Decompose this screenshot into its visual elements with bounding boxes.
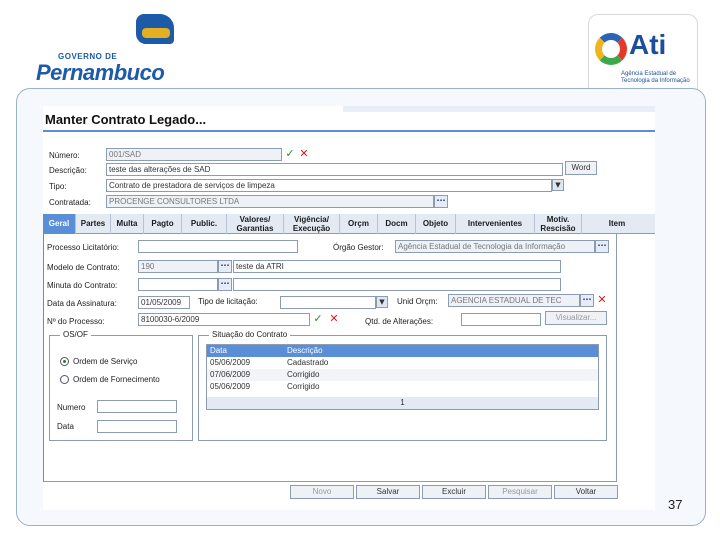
column-header-data[interactable]: Data (210, 346, 227, 355)
nro-processo-clear-icon[interactable]: ✕ (328, 313, 340, 325)
modelo-lookup-button[interactable]: ··· (218, 260, 232, 273)
modelo-desc-field[interactable]: teste da ATRI (233, 260, 561, 273)
minuta-contrato-label: Minuta do Contrato: (47, 281, 118, 290)
pesquisar-button[interactable]: Pesquisar (488, 485, 552, 499)
unid-orcm-clear-icon[interactable]: ✕ (596, 294, 608, 306)
orgao-gestor-field[interactable]: Agência Estadual de Tecnologia da Inform… (395, 240, 595, 253)
data-assinatura-label: Data da Assinatura: (47, 299, 117, 308)
unid-orcm-lookup-button[interactable]: ··· (580, 294, 594, 307)
processo-licitatorio-field[interactable] (138, 240, 298, 253)
excluir-button[interactable]: Excluir (422, 485, 486, 499)
row-descricao: Corrigido (287, 370, 320, 379)
orgao-gestor-lookup-button[interactable]: ··· (595, 240, 609, 253)
table-row[interactable]: 05/06/2009 Corrigido (207, 381, 598, 393)
tipo-dropdown-icon[interactable]: ▼ (552, 179, 564, 191)
clear-x-icon[interactable]: ✕ (298, 148, 310, 160)
minuta-lookup-button[interactable]: ··· (218, 278, 232, 291)
tipo-licitacao-label: Tipo de licitação: (198, 297, 258, 306)
tab-item[interactable]: Item (582, 214, 652, 234)
ati-ring-icon (595, 33, 627, 65)
numero-label: Número: (49, 151, 80, 160)
qtd-alteracoes-label: Qtd. de Alterações: (365, 317, 434, 326)
tab-objeto[interactable]: Objeto (416, 214, 456, 234)
os-numero-field[interactable] (97, 400, 177, 413)
word-button[interactable]: Word (565, 161, 597, 175)
tab-docm[interactable]: Docm (378, 214, 416, 234)
tab-public[interactable]: Public. (182, 214, 227, 234)
tab-bar: Geral Partes Multa Pagto Public. Valores… (43, 214, 655, 234)
ordem-servico-label: Ordem de Serviço (73, 357, 138, 366)
tipo-licitacao-select[interactable] (280, 296, 376, 309)
minuta-code-field[interactable] (138, 278, 218, 291)
qtd-alteracoes-field[interactable] (461, 313, 541, 326)
nro-processo-field[interactable]: 8100030-6/2009 (138, 313, 310, 326)
descricao-field[interactable]: teste das alterações de SAD (106, 163, 563, 176)
row-data: 05/06/2009 (210, 358, 251, 367)
unid-orcm-label: Unid Orçm: (397, 297, 438, 306)
table-row[interactable]: 05/06/2009 Cadastrado (207, 357, 598, 369)
table-pager[interactable]: 1 (207, 397, 598, 409)
row-data: 05/06/2009 (210, 382, 251, 391)
column-header-descricao[interactable]: Descrição (287, 346, 323, 355)
window-title: Manter Contrato Legado... (45, 112, 207, 127)
ati-logo-word: Ati (629, 29, 667, 60)
processo-licitatorio-label: Processo Licitatório: (47, 243, 120, 252)
numero-field[interactable]: 001/SAD (106, 148, 282, 161)
contratada-lookup-button[interactable]: ··· (434, 195, 448, 208)
situacao-title: Situação do Contrato (209, 330, 291, 339)
tab-pagto[interactable]: Pagto (144, 214, 182, 234)
minuta-desc-field[interactable] (233, 278, 561, 291)
tipo-select[interactable]: Contrato de prestadora de serviços de li… (106, 179, 552, 192)
os-data-field[interactable] (97, 420, 177, 433)
title-accent (343, 106, 655, 112)
contratada-label: Contratada: (49, 198, 91, 207)
nro-processo-label: Nº do Processo: (47, 317, 105, 326)
ati-logo-subtitle: Agência Estadual de Tecnologia da Inform… (621, 71, 690, 84)
tab-orcm[interactable]: Orçm (340, 214, 378, 234)
table-header: Data Descrição (207, 345, 598, 357)
situacao-table: Data Descrição 05/06/2009 Cadastrado 07/… (206, 344, 599, 410)
os-of-title: OS/OF (60, 330, 91, 339)
tab-vigencia-execucao[interactable]: Vigência/ Execução (284, 214, 340, 234)
ordem-servico-radio[interactable] (60, 357, 69, 366)
ordem-fornecimento-label: Ordem de Fornecimento (73, 375, 160, 384)
contract-window: Manter Contrato Legado... Número: 001/SA… (43, 106, 655, 510)
pernambuco-logo-big: Pernambuco (36, 60, 165, 85)
contratada-field[interactable]: PROCENGE CONSULTORES LTDA (106, 195, 434, 208)
unid-orcm-field[interactable]: AGENCIA ESTADUAL DE TEC (448, 294, 580, 307)
modelo-code-field[interactable]: 190 (138, 260, 218, 273)
descricao-label: Descrição: (49, 166, 87, 175)
data-assinatura-field[interactable]: 01/05/2009 (138, 296, 190, 309)
slide-number: 37 (668, 497, 683, 512)
voltar-button[interactable]: Voltar (554, 485, 618, 499)
title-divider (43, 130, 655, 132)
tab-multa[interactable]: Multa (111, 214, 144, 234)
row-data: 07/06/2009 (210, 370, 251, 379)
modelo-contrato-label: Modelo de Contrato: (47, 263, 120, 272)
novo-button[interactable]: Novo (290, 485, 354, 499)
pernambuco-flag-icon (136, 14, 174, 44)
tab-motiv-rescisao[interactable]: Motiv. Rescisão (535, 214, 582, 234)
os-data-label: Data (57, 422, 74, 431)
orgao-gestor-label: Órgão Gestor: (333, 243, 384, 252)
tab-intervenientes[interactable]: Intervenientes (456, 214, 535, 234)
tipo-licitacao-dropdown-icon[interactable]: ▼ (376, 296, 388, 308)
confirm-check-icon[interactable]: ✓ (284, 148, 296, 160)
ordem-fornecimento-radio[interactable] (60, 375, 69, 384)
table-row[interactable]: 07/06/2009 Corrigido (207, 369, 598, 381)
salvar-button[interactable]: Salvar (356, 485, 420, 499)
tab-geral[interactable]: Geral (43, 214, 76, 234)
tab-partes[interactable]: Partes (76, 214, 111, 234)
row-descricao: Cadastrado (287, 358, 329, 367)
nro-processo-check-icon[interactable]: ✓ (312, 313, 324, 325)
os-numero-label: Numero (57, 403, 86, 412)
row-descricao: Corrigido (287, 382, 320, 391)
tab-valores-garantias[interactable]: Valores/ Garantias (227, 214, 284, 234)
tipo-label: Tipo: (49, 182, 67, 191)
visualizar-button[interactable]: Visualizar... (545, 311, 607, 325)
pernambuco-logo: GOVERNO DE Pernambuco (36, 12, 176, 85)
